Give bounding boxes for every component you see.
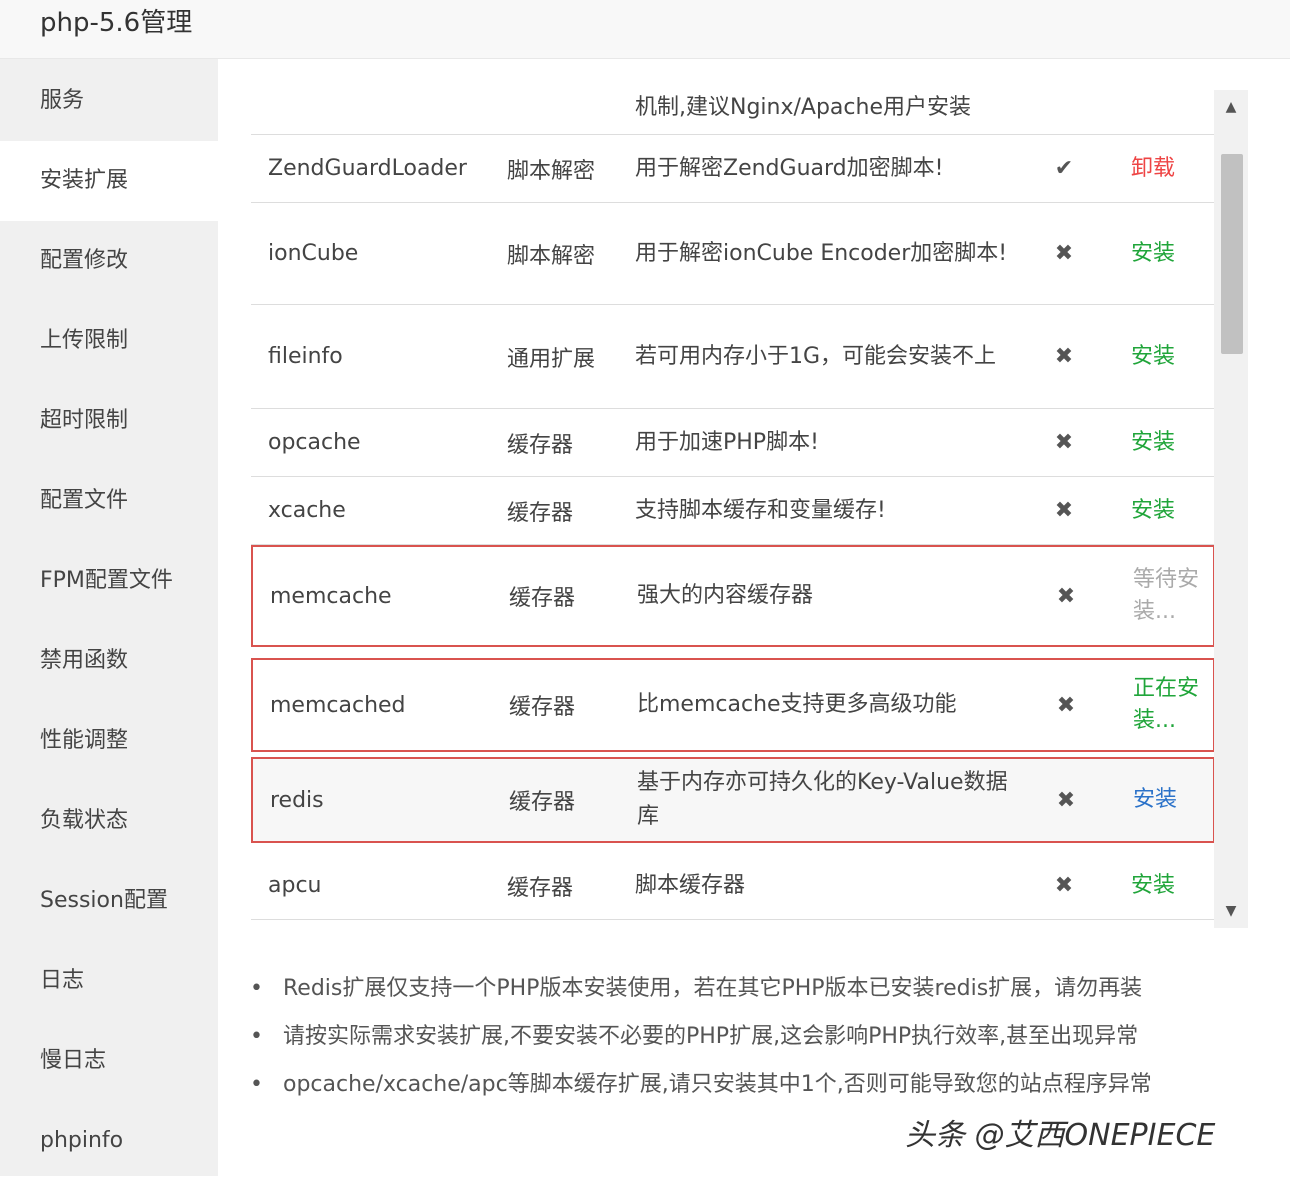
bullet-icon: • [250,1024,263,1049]
row-desc: 强大的内容缓存器 [637,583,814,608]
cross-icon: ✖ [1054,873,1074,898]
install-button[interactable]: 安装 [1131,203,1211,304]
row-type: 缓存器 [509,586,576,611]
sidebar-item-load-status[interactable]: 负载状态 [0,781,218,861]
table-row: ionCube 脚本解密 用于解密ionCube Encoder加密脚本! ✖ … [251,203,1215,305]
cross-icon: ✖ [1054,344,1074,369]
row-desc: 比memcache支持更多高级功能 [637,692,957,717]
row-type: 脚本解密 [507,158,596,184]
row-type: 缓存器 [507,432,574,458]
help-note: • opcache/xcache/apc等脚本缓存扩展,请只安装其中1个,否则可能… [250,1066,1152,1098]
install-button[interactable]: 安装 [1133,759,1213,841]
row-name: fileinfo [268,344,343,369]
vertical-scrollbar[interactable]: ▲ ▼ [1214,90,1248,928]
row-desc: 用于解密ZendGuard加密脚本! [635,155,944,181]
table-row: memcached 缓存器 比memcache支持更多高级功能 ✖ 正在安装..… [251,658,1215,752]
cross-icon: ✖ [1054,498,1074,523]
watermark: 头条 @艾西ONEPIECE [905,1118,1216,1153]
sidebar-item-service[interactable]: 服务 [0,61,218,141]
install-button[interactable]: 安装 [1131,305,1211,408]
table-row: ZendGuardLoader 脚本解密 用于解密ZendGuard加密脚本! … [251,135,1215,203]
sidebar-item-log[interactable]: 日志 [0,941,218,1021]
note-text: 请按实际需求安装扩展,不要安装不必要的PHP扩展,这会影响PHP执行效率,甚至出… [283,1024,1139,1049]
table-row: xcache 缓存器 支持脚本缓存和变量缓存! ✖ 安装 [251,477,1215,545]
waiting-install-status: 等待安装... [1133,567,1200,624]
row-desc: 若可用内存小于1G，可能会安装不上 [635,343,997,369]
table-row: apcu 缓存器 脚本缓存器 ✖ 安装 [251,852,1215,920]
row-type: 缓存器 [507,500,574,526]
row-type: 缓存器 [509,695,576,720]
extension-table-panel: 机制,建议Nginx/Apache用户安装 ZendGuardLoader 脚本… [250,90,1248,928]
row-name: ZendGuardLoader [268,156,467,181]
row-desc: 脚本缓存器 [635,872,746,898]
help-note: • 请按实际需求安装扩展,不要安装不必要的PHP扩展,这会影响PHP执行效率,甚至… [250,1018,1138,1050]
sidebar-item-timeout-limit[interactable]: 超时限制 [0,381,218,461]
table-row: 机制,建议Nginx/Apache用户安装 [251,90,1215,135]
note-text: opcache/xcache/apc等脚本缓存扩展,请只安装其中1个,否则可能导… [283,1072,1152,1097]
sidebar-item-phpinfo[interactable]: phpinfo [0,1101,218,1181]
cross-icon: ✖ [1054,241,1074,266]
sidebar-item-slow-log[interactable]: 慢日志 [0,1021,218,1101]
scroll-up-icon[interactable]: ▲ [1214,90,1248,124]
row-name: apcu [268,873,322,898]
install-button[interactable]: 安装 [1131,852,1211,919]
header: php-5.6管理 [0,0,1290,59]
check-icon: ✔ [1054,156,1074,181]
scrollbar-thumb[interactable] [1221,154,1243,354]
row-desc: 用于加速PHP脚本! [635,429,819,455]
bullet-icon: • [250,976,263,1001]
cross-icon: ✖ [1056,787,1076,813]
row-name: xcache [268,498,346,523]
row-name: memcached [270,692,406,718]
row-desc: 基于内存亦可持久化的Key-Value数据库 [637,770,1008,829]
sidebar-item-upload-limit[interactable]: 上传限制 [0,301,218,381]
row-desc: 用于解密ionCube Encoder加密脚本! [635,240,1008,266]
row-name: opcache [268,430,361,455]
table-row: memcache 缓存器 强大的内容缓存器 ✖ 等待安装... [251,545,1215,647]
row-type: 脚本解密 [507,243,596,269]
table-row: opcache 缓存器 用于加速PHP脚本! ✖ 安装 [251,409,1215,477]
sidebar-item-session-config[interactable]: Session配置 [0,861,218,941]
table-row: redis 缓存器 基于内存亦可持久化的Key-Value数据库 ✖ 安装 [251,757,1215,843]
sidebar-item-config-file[interactable]: 配置文件 [0,461,218,541]
table-row: fileinfo 通用扩展 若可用内存小于1G，可能会安装不上 ✖ 安装 [251,305,1215,409]
sidebar: 服务 安装扩展 配置修改 上传限制 超时限制 配置文件 FPM配置文件 禁用函数… [0,59,218,1176]
uninstall-button[interactable]: 卸载 [1131,135,1211,202]
scroll-down-icon[interactable]: ▼ [1214,894,1248,928]
sidebar-item-config-edit[interactable]: 配置修改 [0,221,218,301]
page-title: php-5.6管理 [40,8,193,38]
cross-icon: ✖ [1056,692,1076,718]
installing-status: 正在安装... [1133,676,1200,733]
row-desc: 支持脚本缓存和变量缓存! [635,497,886,523]
sidebar-item-disabled-functions[interactable]: 禁用函数 [0,621,218,701]
row-name: ionCube [268,241,359,266]
row-desc: 机制,建议Nginx/Apache用户安装 [635,94,971,120]
note-text: Redis扩展仅支持一个PHP版本安装使用，若在其它PHP版本已安装redis扩… [283,976,1143,1001]
row-name: redis [270,787,324,813]
row-name: memcache [270,583,392,609]
install-button[interactable]: 安装 [1131,477,1211,544]
bullet-icon: • [250,1072,263,1097]
row-type: 缓存器 [507,875,574,901]
help-note: • Redis扩展仅支持一个PHP版本安装使用，若在其它PHP版本已安装redis… [250,970,1142,1002]
sidebar-item-performance[interactable]: 性能调整 [0,701,218,781]
row-type: 通用扩展 [507,346,596,372]
sidebar-item-fpm-config[interactable]: FPM配置文件 [0,541,218,621]
sidebar-item-install-extension[interactable]: 安装扩展 [0,141,218,221]
row-type: 缓存器 [509,790,576,815]
cross-icon: ✖ [1054,430,1074,455]
install-button[interactable]: 安装 [1131,409,1211,476]
cross-icon: ✖ [1056,583,1076,609]
